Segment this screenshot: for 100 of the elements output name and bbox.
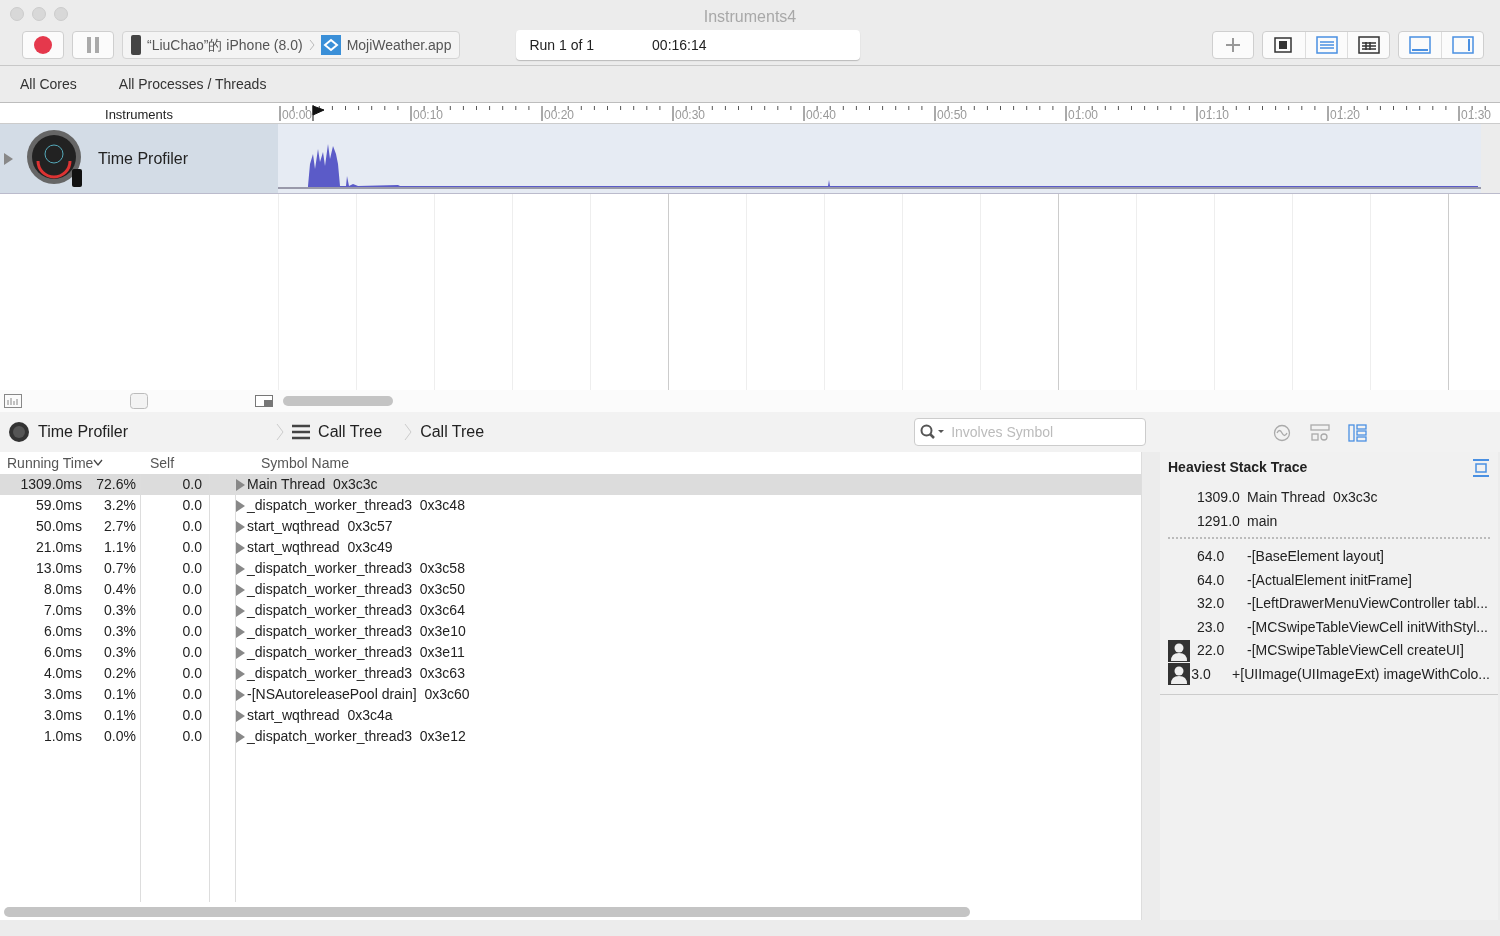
menu-icon xyxy=(292,424,311,440)
table-cell-text: -[NSAutoreleasePool drain] 0x3c60 xyxy=(247,685,470,704)
app-name[interactable]: MojiWeather.app xyxy=(346,34,452,56)
table-cell-text: 2.7% xyxy=(103,517,136,536)
table-cell-text: 0.0 xyxy=(181,580,203,599)
table-cell-text: 3.0ms xyxy=(42,685,82,704)
table-cell-text: 0.0 xyxy=(181,727,203,746)
time-tick-label: 01:20 xyxy=(1330,108,1361,122)
table-cell-text: 0.3% xyxy=(103,622,136,641)
view-segmented-control[interactable] xyxy=(1262,31,1390,59)
scrollbar-thumb[interactable] xyxy=(4,907,970,917)
time-tick-label: 01:00 xyxy=(1068,108,1099,122)
table-cell-text: 0.0 xyxy=(181,475,203,494)
sort-icon xyxy=(93,459,104,467)
table-cell-text: start_wqthread 0x3c57 xyxy=(247,517,393,536)
table-cell-text: 0.0 xyxy=(181,559,203,578)
time-tick-label: 01:10 xyxy=(1199,108,1230,122)
table-cell-text: _dispatch_worker_thread3 0x3c50 xyxy=(247,580,465,599)
table-cell-text: 7.0ms xyxy=(42,601,82,620)
target-path-control[interactable]: “LiuChao”的 iPhone (8.0) MojiWeather.app xyxy=(122,31,461,59)
table-icon xyxy=(1357,36,1380,54)
stack-frame[interactable]: 1309.0 Main Thread 0x3c3c xyxy=(1168,486,1490,510)
cpu-icon xyxy=(1273,36,1295,54)
search-field[interactable]: Involves Symbol xyxy=(914,418,1147,446)
right-panel-icon xyxy=(1451,36,1474,54)
pause-button[interactable] xyxy=(72,31,114,59)
table-cell-text: _dispatch_worker_thread3 0x3c48 xyxy=(247,496,465,515)
filter-option[interactable]: All Processes / Threads xyxy=(118,73,267,95)
table-cell-text: 0.0 xyxy=(181,601,203,620)
table-cell-text: 0.0 xyxy=(181,664,203,683)
table-cell-text: 6.0ms xyxy=(42,622,82,641)
chevron-icon xyxy=(276,423,285,441)
table-cell-text: 0.3% xyxy=(103,601,136,620)
table-cell-text: Main Thread 0x3c3c xyxy=(247,475,378,494)
elapsed-time: 00:16:14 xyxy=(652,35,707,55)
stack-frame[interactable]: 32.0 -[LeftDrawerMenuViewController tabl... xyxy=(1168,592,1490,616)
filter-option[interactable]: All Cores xyxy=(20,73,77,95)
stack-frame[interactable]: 23.0 -[MCSwipeTableViewCell initWithStyl... xyxy=(1168,615,1490,639)
pause-icon xyxy=(86,37,100,53)
time-tick-label: 00:20 xyxy=(544,108,575,122)
table-cell-text: 50.0ms xyxy=(35,517,82,536)
table-cell-text: 0.0 xyxy=(181,517,203,536)
table-cell-text: 3.0ms xyxy=(42,706,82,725)
stack-frame[interactable]: 64.0 -[BaseElement layout] xyxy=(1168,545,1490,569)
table-cell-text: 1309.0ms xyxy=(19,475,82,494)
chevron-icon xyxy=(308,39,315,51)
disclosure-icon xyxy=(4,152,14,165)
table-cell-text: 0.7% xyxy=(103,559,136,578)
table-row[interactable]: 1309.0ms 72.6% 0.0 Main Thread 0x3c3c xyxy=(0,474,1141,495)
table-cell-text: 13.0ms xyxy=(35,559,82,578)
chevron-icon xyxy=(404,423,413,441)
table-cell-text: 8.0ms xyxy=(42,580,82,599)
table-cell-text: 0.4% xyxy=(103,580,136,599)
column-header[interactable]: Running Time xyxy=(0,452,141,474)
add-button[interactable] xyxy=(1212,31,1254,59)
table-cell-text: 0.1% xyxy=(103,706,136,725)
list-icon xyxy=(1315,36,1338,54)
breadcrumb-item[interactable]: Time Profiler xyxy=(38,420,129,444)
stopwatch-icon xyxy=(8,421,30,443)
table-cell-text: 0.0 xyxy=(181,622,203,641)
table-cell-text: _dispatch_worker_thread3 0x3e10 xyxy=(247,622,466,641)
table-cell-text: 1.0ms xyxy=(42,727,82,746)
stack-frame[interactable]: 22.0 -[MCSwipeTableViewCell createUI] xyxy=(1168,639,1490,663)
table-cell-text: start_wqthread 0x3c49 xyxy=(247,538,393,557)
table-cell-text: 0.0 xyxy=(181,643,203,662)
snapshot-icon[interactable] xyxy=(255,395,273,407)
breadcrumb-item[interactable]: Call Tree xyxy=(318,420,383,444)
instruments-header: Instruments xyxy=(104,106,174,123)
stack-frame[interactable]: 1291.0 main xyxy=(1168,509,1490,533)
table-cell-text: _dispatch_worker_thread3 0x3c63 xyxy=(247,664,465,683)
stack-frame[interactable]: 64.0 -[ActualElement initFrame] xyxy=(1168,568,1490,592)
record-icon xyxy=(34,36,52,54)
collapse-icon xyxy=(1472,458,1490,477)
graph-style-icon xyxy=(4,394,22,408)
table-cell-text: 0.0 xyxy=(181,538,203,557)
table-cell-text: 3.2% xyxy=(103,496,136,515)
scrollbar-thumb[interactable] xyxy=(283,396,393,406)
time-tick-label: 00:40 xyxy=(806,108,837,122)
window-title: Instruments4 xyxy=(703,8,797,25)
record-button[interactable] xyxy=(22,31,64,59)
user-icon xyxy=(1168,639,1190,662)
time-tick-label: 01:30 xyxy=(1461,108,1492,122)
breadcrumb-item[interactable]: Call Tree xyxy=(420,420,485,444)
table-cell-text: _dispatch_worker_thread3 0x3c64 xyxy=(247,601,465,620)
table-cell-text: _dispatch_worker_thread3 0x3c58 xyxy=(247,559,465,578)
table-cell-text: 0.0 xyxy=(181,496,203,515)
bottom-panel-icon xyxy=(1409,36,1431,54)
app-icon xyxy=(320,35,341,55)
column-header[interactable]: Symbol Name xyxy=(231,452,349,474)
stack-frame[interactable]: 3.0 +[UIImage(UIImageExt) imageWithColo... xyxy=(1168,662,1490,686)
panel-segmented-control[interactable] xyxy=(1398,31,1484,59)
table-cell-text: 0.0 xyxy=(181,706,203,725)
table-cell-text: 59.0ms xyxy=(35,496,82,515)
table-cell-text: 0.0 xyxy=(181,685,203,704)
device-name[interactable]: “LiuChao”的 iPhone (8.0) xyxy=(147,34,303,56)
time-tick-label: 00:10 xyxy=(413,108,444,122)
plus-icon xyxy=(1225,37,1241,53)
column-header[interactable]: Self xyxy=(141,452,231,474)
zoom-slider-icon[interactable] xyxy=(130,393,148,409)
track-header[interactable]: Time Profiler xyxy=(0,124,278,193)
